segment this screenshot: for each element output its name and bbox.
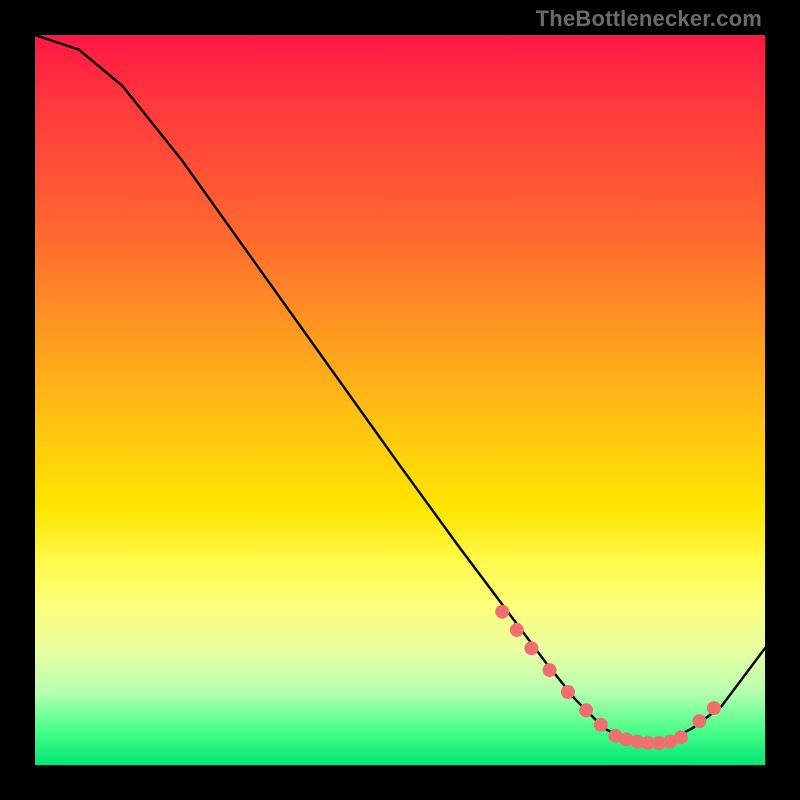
marker-point: [707, 701, 721, 715]
marker-point: [524, 641, 538, 655]
curve-layer: [35, 35, 765, 765]
marker-group: [495, 605, 721, 750]
marker-point: [543, 663, 557, 677]
marker-point: [495, 605, 509, 619]
marker-point: [561, 685, 575, 699]
marker-point: [510, 623, 524, 637]
bottleneck-curve: [35, 35, 765, 743]
marker-point: [594, 718, 608, 732]
marker-point: [692, 714, 706, 728]
chart-frame: TheBottlenecker.com: [0, 0, 800, 800]
attribution-label: TheBottlenecker.com: [536, 6, 762, 32]
marker-point: [579, 703, 593, 717]
plot-area: [35, 35, 765, 765]
marker-point: [674, 730, 688, 744]
